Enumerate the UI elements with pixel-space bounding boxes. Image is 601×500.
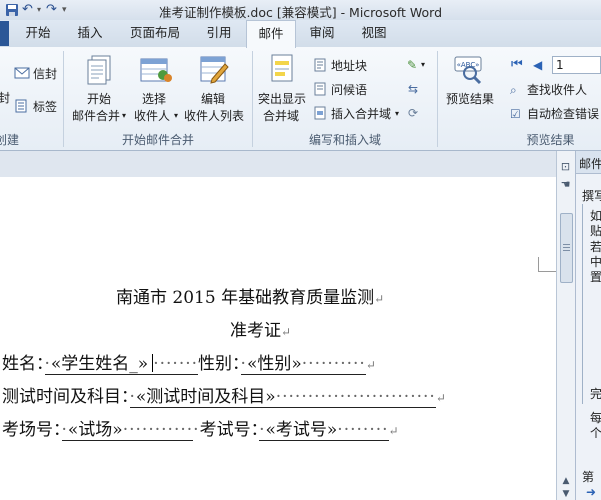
update-labels-icon[interactable]: ⟳	[408, 105, 418, 121]
tab-mailings[interactable]: 邮件	[246, 20, 296, 48]
greeting-line-label: 问候语	[331, 83, 368, 97]
task-pane-text: 贴	[590, 224, 601, 238]
group-start-mail-merge-label: 开始邮件合并	[121, 133, 194, 147]
doc-line-name-gender: 姓名：·«学生姓名_» ·······性别：·«性别»··········↵	[2, 354, 376, 375]
insert-field-icon	[314, 106, 326, 120]
next-step-icon[interactable]: ➜	[586, 485, 596, 499]
test-time-label: 测试时间及科目：	[2, 387, 130, 407]
mail-merge-document-icon	[87, 55, 111, 85]
cut-label: 封	[0, 91, 11, 105]
address-block-icon	[314, 58, 326, 72]
margin-corner-mark	[538, 257, 557, 272]
gender-label: 性别：	[198, 354, 241, 374]
document-heading: 南通市 2015 年基础教育质量监测↵	[116, 288, 385, 308]
highlight-fields-icon	[271, 54, 293, 82]
window-title: 准考证制作模板.doc [兼容模式] - Microsoft Word	[158, 5, 443, 20]
first-record-icon[interactable]: ⏮	[511, 57, 523, 73]
select-recipients-line1: 选择	[142, 92, 167, 106]
address-block-label: 地址块	[331, 59, 368, 73]
tab-insert[interactable]: 插入	[68, 20, 112, 46]
thumb-grip	[563, 247, 570, 248]
task-pane-divider	[582, 204, 583, 404]
scroll-up-icon[interactable]: ▲	[559, 476, 573, 486]
thumb-grip	[563, 250, 570, 251]
task-pane-text: 个	[590, 426, 601, 440]
title-bar: ↶ ▾ ↷ ▾ 准考证制作模板.doc [兼容模式] - Microsoft W…	[0, 0, 601, 20]
task-pane-text: 置	[590, 270, 601, 284]
find-recipient-label: 查找收件人	[527, 83, 588, 97]
scroll-down-icon[interactable]: ▼	[559, 489, 573, 499]
record-number-input[interactable]: 1	[552, 56, 601, 74]
tab-view[interactable]: 视图	[352, 20, 396, 46]
mail-merge-task-pane: 邮件 撰写 如 贴 若 中 置 完 每 个 第 ➜	[575, 151, 601, 500]
insert-merge-field-label: 插入合并域	[331, 107, 392, 121]
start-mail-merge-line2: 邮件合并	[72, 109, 121, 123]
test-time-field[interactable]: ·«测试时间及科目»·························	[129, 387, 436, 408]
find-recipient-icon: ⌕	[510, 83, 517, 97]
envelope-icon	[14, 67, 30, 79]
group-create-label: 创建	[0, 133, 19, 147]
edit-recipient-list-line2: 收件人列表	[184, 109, 245, 123]
ribbon-tab-bar: 开始 插入 页面布局 引用 邮件 审阅 视图	[0, 20, 601, 48]
thumb-grip	[563, 244, 570, 245]
document-top-strip	[0, 151, 556, 178]
chevron-down-icon: ▾	[174, 111, 179, 120]
envelopes-label: 信封	[33, 67, 58, 81]
exam-number-field[interactable]: ·«考试号»········	[259, 420, 389, 441]
ribbon: 封 信封 标签 创建 开始 邮件合并 ▾ 选择 收件人 ▾ 编辑 收件人列表 开…	[0, 47, 601, 151]
preview-results-label: 预览结果	[446, 92, 495, 106]
task-pane-write-heading: 撰写	[582, 189, 601, 203]
group-preview-results-label: 预览结果	[526, 133, 575, 147]
tab-references[interactable]: 引用	[196, 20, 242, 46]
rules-icon[interactable]: ✎	[407, 57, 417, 73]
doc-line-room-exam-no: 考场号：·«试场»············考试号：·«考试号»········↵	[2, 420, 399, 441]
highlight-merge-fields-line1: 突出显示	[258, 92, 307, 106]
start-mail-merge-line1: 开始	[87, 92, 112, 106]
room-field[interactable]: ·«试场»···········	[61, 420, 194, 441]
match-fields-icon[interactable]: ⇆	[408, 81, 418, 97]
doc-line-test-time: 测试时间及科目：·«测试时间及科目»······················…	[2, 387, 446, 408]
auto-check-errors-label: 自动检查错误	[527, 107, 600, 121]
record-number-value: 1	[556, 58, 564, 72]
preview-abc-icon: «ABC»	[454, 56, 482, 85]
group-write-insert-label: 编写和插入域	[308, 133, 381, 147]
task-pane-step: 第	[582, 470, 595, 484]
task-pane-header: 邮件	[576, 151, 601, 174]
select-recipients-icon	[140, 58, 172, 82]
document-subheading: 准考证↵	[230, 321, 292, 341]
chevron-down-icon: ▾	[421, 60, 426, 69]
edit-recipient-list-line1: 编辑	[201, 92, 226, 106]
task-pane-text: 完	[590, 387, 601, 401]
gender-field[interactable]: ·«性别»··········	[240, 354, 366, 375]
tab-page-layout[interactable]: 页面布局	[120, 20, 190, 46]
labels-label: 标签	[33, 100, 58, 114]
file-tab[interactable]	[0, 21, 9, 46]
ruler-toggle-icon[interactable]: ⊡	[558, 160, 573, 175]
tab-home[interactable]: 开始	[16, 20, 60, 46]
document-page[interactable]: 南通市 2015 年基础教育质量监测↵ 准考证↵ 姓名：·«学生姓名_» ····…	[0, 177, 557, 500]
greeting-line-icon	[314, 82, 326, 96]
name-label: 姓名：	[2, 354, 45, 374]
exam-number-label: 考试号：	[199, 420, 260, 440]
room-label: 考场号：	[2, 420, 62, 440]
vertical-scrollbar[interactable]: ⊡ ☚ ▲ ▼	[556, 151, 575, 500]
group-divider	[437, 51, 438, 147]
chevron-down-icon: ▾	[395, 109, 400, 118]
select-recipients-line2: 收件人	[134, 109, 171, 123]
scrollbar-thumb[interactable]	[560, 213, 573, 283]
hand-icon[interactable]: ☚	[558, 178, 573, 193]
previous-record-icon[interactable]: ◀	[533, 57, 542, 73]
label-icon	[15, 99, 27, 113]
check-errors-icon: ☑	[510, 107, 521, 121]
highlight-merge-fields-line2: 合并域	[263, 109, 300, 123]
student-name-field[interactable]: ·«学生姓名_» ·······	[44, 354, 199, 375]
task-pane-title: 邮件	[579, 157, 601, 171]
chevron-down-icon: ▾	[122, 111, 127, 120]
tab-review[interactable]: 审阅	[300, 20, 344, 46]
edit-list-icon	[200, 56, 229, 84]
